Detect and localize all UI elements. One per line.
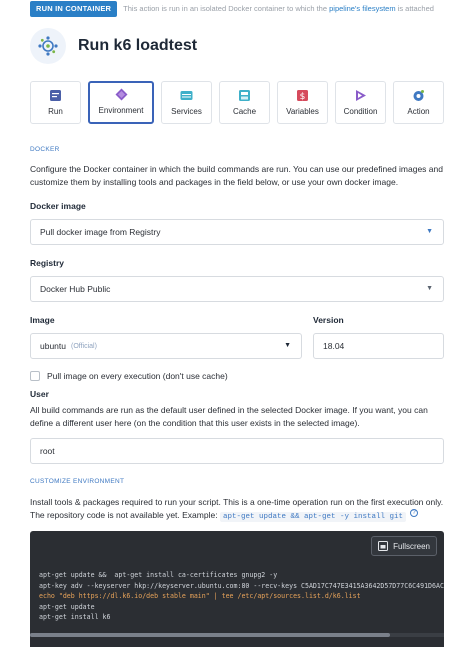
code-line-1: apt-get update && apt-get install ca-cer… [39, 571, 278, 579]
code-line-2: apt-key adv --keyserver hkp://keyserver.… [39, 581, 444, 590]
run-in-container-badge: RUN IN CONTAINER [30, 0, 118, 17]
tab-condition[interactable]: Condition [335, 81, 386, 124]
page-title: Run k6 loadtest [78, 37, 198, 54]
code-line-4: apt-get update [39, 602, 95, 611]
fullscreen-icon [378, 541, 389, 551]
version-input[interactable]: 18.04 [313, 333, 444, 359]
svg-text:$: $ [300, 92, 306, 102]
scrollbar-thumb[interactable] [30, 633, 390, 637]
tab-environment[interactable]: Environment [88, 81, 154, 124]
user-value: root [40, 446, 55, 456]
action-tabs: Run Environment Services Cache $ Variabl… [30, 81, 451, 124]
image-select[interactable]: ubuntu (Official) ▼ [30, 333, 302, 359]
registry-value: Docker Hub Public [40, 284, 111, 294]
action-header: Run k6 loadtest [30, 28, 197, 64]
variables-icon: $ [296, 89, 309, 102]
banner-text-after: is attached [395, 4, 434, 13]
fullscreen-button[interactable]: Fullscreen [371, 536, 437, 556]
fullscreen-label: Fullscreen [393, 541, 430, 551]
tab-variables-label: Variables [286, 107, 319, 116]
code-content: apt-get update && apt-get install ca-cer… [39, 570, 444, 623]
tab-condition-label: Condition [343, 107, 378, 116]
tab-run-label: Run [48, 107, 63, 116]
horizontal-scrollbar[interactable] [30, 633, 444, 637]
user-input[interactable]: root [30, 438, 444, 464]
pull-image-checkbox[interactable] [30, 371, 40, 381]
customize-section-description: Install tools & packages required to run… [30, 496, 444, 524]
run-icon [49, 89, 62, 102]
run-in-container-banner: RUN IN CONTAINER This action is run in a… [30, 0, 434, 17]
version-label: Version [313, 315, 344, 325]
help-icon[interactable]: ? [409, 509, 418, 517]
tab-run[interactable]: Run [30, 81, 81, 124]
condition-icon [354, 89, 367, 102]
banner-text: This action is run in an isolated Docker… [123, 4, 434, 13]
docker-image-label: Docker image [30, 201, 86, 211]
tab-services[interactable]: Services [161, 81, 212, 124]
chevron-down-icon: ▼ [284, 342, 291, 349]
image-value: ubuntu [40, 341, 66, 351]
docker-image-value: Pull docker image from Registry [40, 227, 161, 237]
customize-section-label: CUSTOMIZE ENVIRONMENT [30, 478, 125, 485]
action-icon [412, 89, 425, 102]
pull-image-option[interactable]: Pull image on every execution (don't use… [30, 371, 228, 381]
pull-image-label: Pull image on every execution (don't use… [47, 371, 228, 381]
tab-action-label: Action [407, 107, 430, 116]
tab-cache-label: Cache [232, 107, 257, 116]
k6-action-icon [30, 28, 66, 64]
version-value: 18.04 [323, 341, 345, 351]
docker-section-label: DOCKER [30, 146, 60, 153]
code-line-5: apt-get install k6 [39, 613, 111, 622]
docker-section-description: Configure the Docker container in which … [30, 164, 443, 187]
tab-services-label: Services [171, 107, 202, 116]
user-description: All build commands are run as the defaul… [30, 405, 428, 428]
code-line-3: echo "deb https://dl.k6.io/deb stable ma… [39, 592, 361, 601]
tab-cache[interactable]: Cache [219, 81, 270, 124]
services-icon [180, 89, 193, 102]
image-label: Image [30, 315, 55, 325]
official-tag: (Official) [71, 342, 97, 350]
tab-environment-label: Environment [98, 106, 144, 115]
tab-action[interactable]: Action [393, 81, 444, 124]
chevron-down-icon: ▼ [426, 285, 433, 292]
environment-icon [115, 88, 128, 101]
registry-label: Registry [30, 258, 65, 268]
tab-variables[interactable]: $ Variables [277, 81, 328, 124]
cache-icon [238, 89, 251, 102]
setup-commands-editor[interactable]: Fullscreen apt-get update && apt-get ins… [30, 531, 444, 647]
docker-image-select[interactable]: Pull docker image from Registry ▼ [30, 219, 444, 245]
example-command: apt-get update && apt-get -y install git [219, 512, 406, 522]
chevron-down-icon: ▼ [426, 228, 433, 235]
banner-text-before: This action is run in an isolated Docker… [123, 4, 330, 13]
pipeline-filesystem-link[interactable]: pipeline's filesystem [329, 4, 395, 13]
user-label: User [30, 389, 49, 399]
registry-select[interactable]: Docker Hub Public ▼ [30, 276, 444, 302]
